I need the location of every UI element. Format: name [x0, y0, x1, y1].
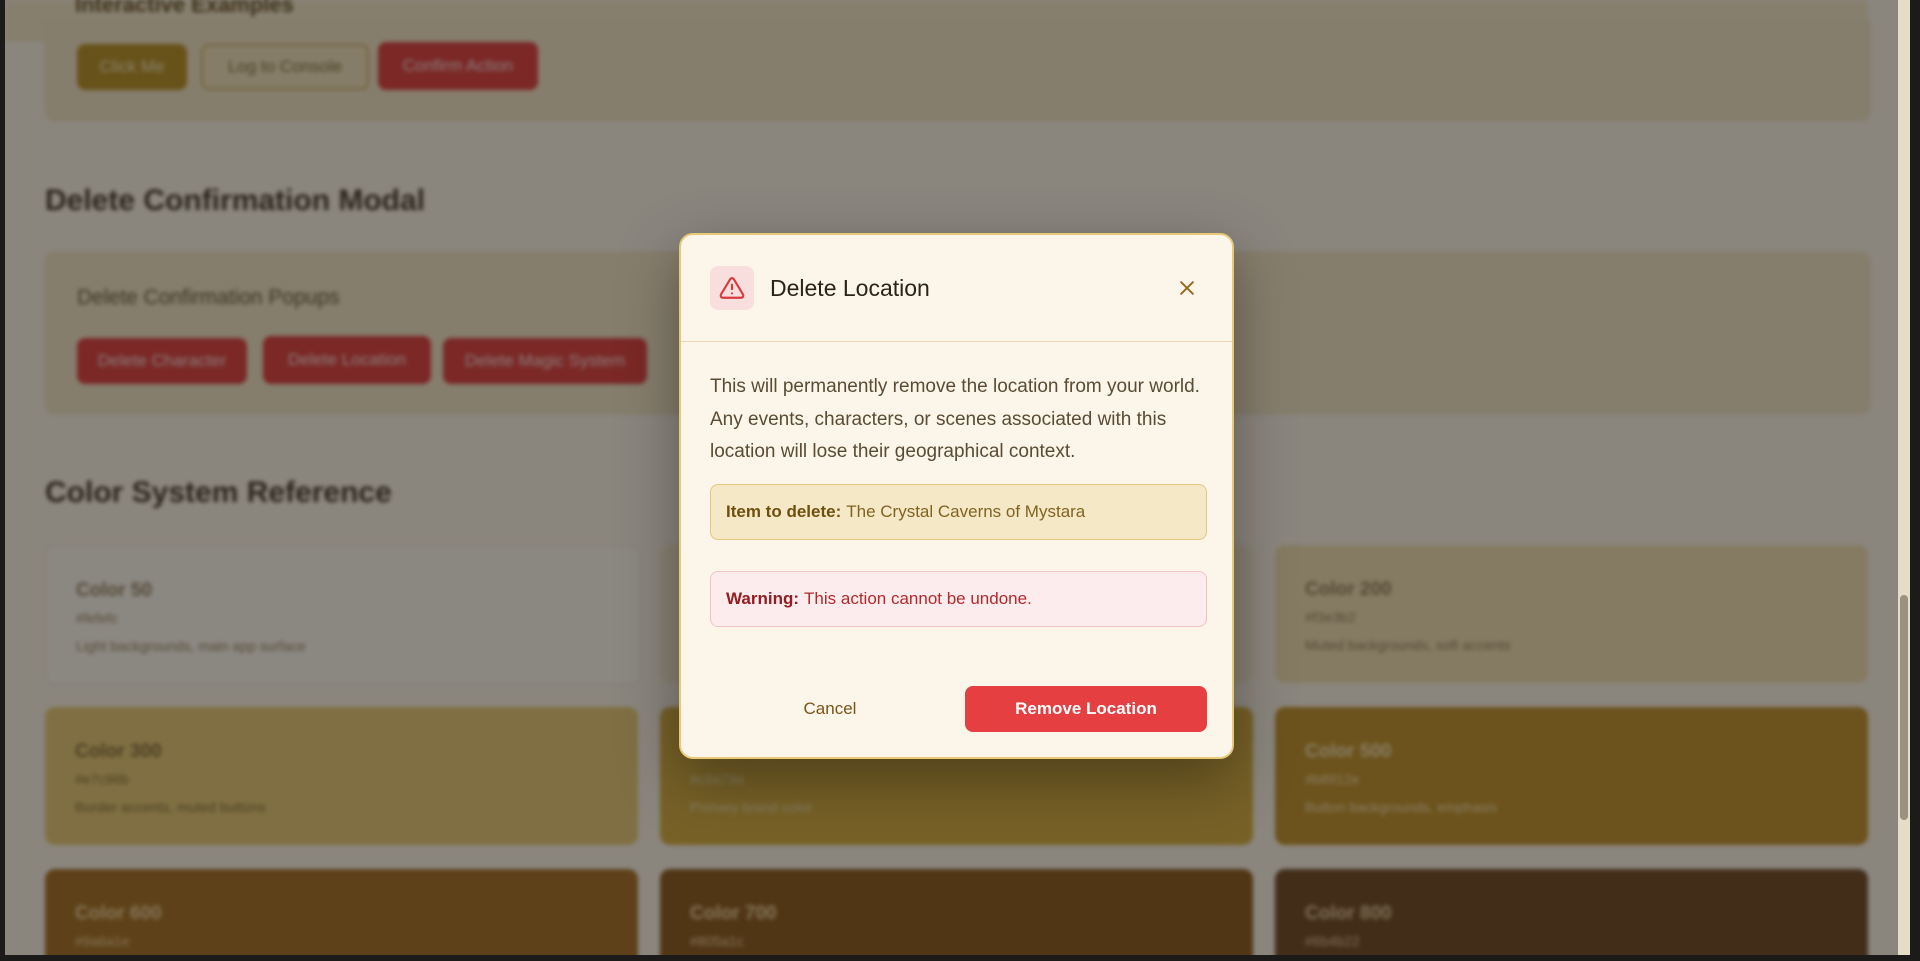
item-to-delete-box: Item to delete: The Crystal Caverns of M…: [710, 484, 1207, 540]
cancel-button[interactable]: Cancel: [710, 686, 950, 732]
alert-triangle-icon: [710, 266, 754, 310]
modal-title: Delete Location: [770, 275, 930, 301]
modal-description: This will permanently remove the locatio…: [710, 376, 1200, 462]
warning-box: Warning: This action cannot be undone.: [710, 571, 1207, 627]
scrollbar[interactable]: [1898, 0, 1910, 955]
scrollbar-thumb[interactable]: [1900, 595, 1908, 820]
warning-text: This action cannot be undone.: [804, 589, 1032, 608]
window-bottom-edge: [0, 955, 1920, 961]
delete-location-modal: Delete Location This will permanently re…: [679, 233, 1234, 759]
item-value: The Crystal Caverns of Mystara: [846, 502, 1086, 521]
item-label: Item to delete:: [726, 502, 842, 521]
close-icon[interactable]: [1173, 274, 1201, 302]
remove-location-button[interactable]: Remove Location: [965, 686, 1207, 732]
warning-label: Warning:: [726, 589, 800, 608]
modal-header: Delete Location: [681, 235, 1232, 342]
